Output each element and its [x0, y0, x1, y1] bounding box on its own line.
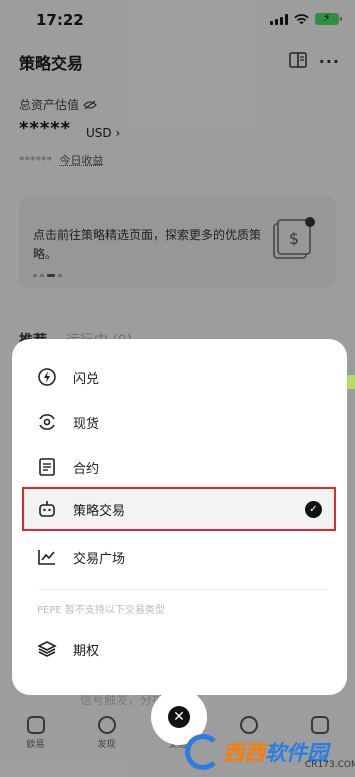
- robot-icon: [37, 499, 57, 519]
- watermark-logo-icon: [185, 734, 221, 770]
- menu-item-spot[interactable]: 现货: [12, 400, 347, 444]
- chart-icon: [37, 547, 57, 567]
- menu-item-options[interactable]: 期权: [12, 627, 347, 671]
- menu-item-strategy-trading[interactable]: 策略交易 ✓: [22, 487, 336, 531]
- unsupported-note: PEPE 暂不支持以下交易类型: [37, 605, 165, 616]
- menu-item-contract[interactable]: 合约: [12, 445, 347, 489]
- menu-item-trading-square[interactable]: 交易广场: [12, 535, 347, 579]
- selected-check-icon: ✓: [305, 501, 322, 518]
- menu-divider: [37, 589, 327, 590]
- menu-label-trading-square: 交易广场: [73, 551, 126, 567]
- trade-type-menu: 闪兑 现货 合约 策略交易 ✓ 交易广场 PEPE 暂不支持以下交易类型 期权: [12, 339, 347, 695]
- close-button[interactable]: ✕: [168, 706, 190, 728]
- watermark-url: CR173.COM: [305, 760, 355, 770]
- menu-label-spot: 现货: [73, 416, 100, 432]
- layers-icon: [37, 639, 57, 659]
- menu-label-flash-convert: 闪兑: [73, 371, 100, 387]
- menu-item-flash-convert[interactable]: 闪兑: [12, 355, 347, 399]
- flash-convert-icon: [37, 367, 57, 387]
- menu-label-options: 期权: [73, 643, 100, 659]
- menu-label-strategy-trading: 策略交易: [73, 503, 126, 519]
- watermark-brand-a: 西西: [223, 741, 265, 765]
- watermark: 西西软件园 CR173.COM: [185, 730, 355, 774]
- contract-icon: [37, 457, 57, 477]
- spot-icon: [37, 412, 57, 432]
- menu-label-contract: 合约: [73, 461, 100, 477]
